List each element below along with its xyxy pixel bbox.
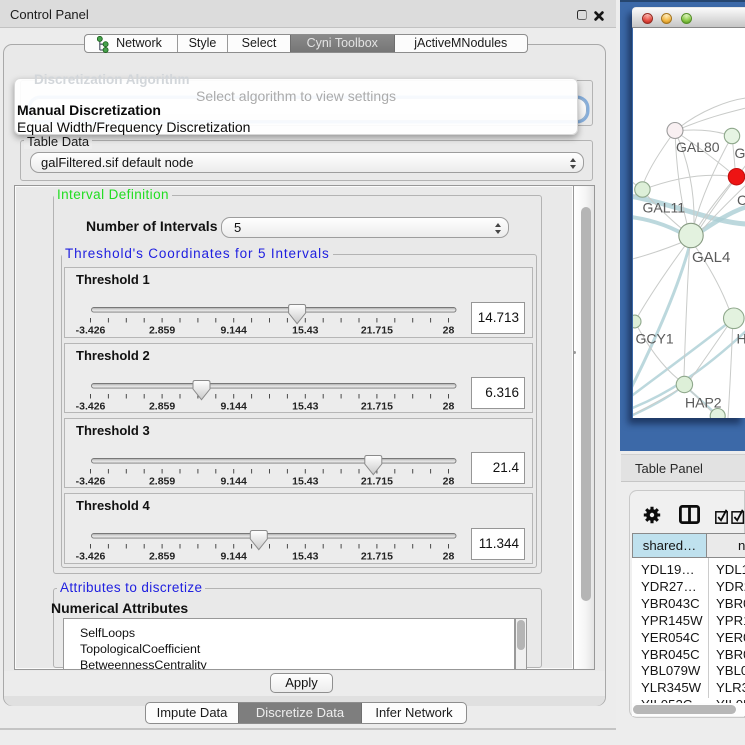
svg-text:HAP2: HAP2 bbox=[685, 395, 722, 411]
svg-text:-3.426: -3.426 bbox=[76, 475, 106, 487]
svg-text:-3.426: -3.426 bbox=[76, 551, 106, 563]
svg-text:9.144: 9.144 bbox=[221, 551, 247, 563]
svg-text:15.43: 15.43 bbox=[292, 400, 318, 412]
svg-text:GCY1: GCY1 bbox=[636, 331, 674, 347]
svg-text:GAL11: GAL11 bbox=[643, 200, 686, 216]
svg-text:9.144: 9.144 bbox=[221, 325, 247, 337]
svg-text:2.859: 2.859 bbox=[149, 400, 175, 412]
svg-text:28: 28 bbox=[443, 325, 455, 337]
svg-text:21.715: 21.715 bbox=[361, 400, 393, 412]
svg-text:21.715: 21.715 bbox=[361, 475, 393, 487]
svg-text:28: 28 bbox=[443, 475, 455, 487]
svg-text:9.144: 9.144 bbox=[221, 400, 247, 412]
svg-text:9.144: 9.144 bbox=[221, 475, 247, 487]
svg-text:-3.426: -3.426 bbox=[76, 400, 106, 412]
svg-text:2.859: 2.859 bbox=[149, 475, 175, 487]
svg-text:GAL4: GAL4 bbox=[692, 249, 730, 266]
svg-text:28: 28 bbox=[443, 551, 455, 563]
svg-text:GA: GA bbox=[735, 145, 745, 161]
svg-text:2.859: 2.859 bbox=[149, 551, 175, 563]
svg-text:H: H bbox=[737, 331, 745, 347]
svg-text:2.859: 2.859 bbox=[149, 325, 175, 337]
svg-text:GAL80: GAL80 bbox=[676, 139, 720, 155]
svg-text:21.715: 21.715 bbox=[361, 551, 393, 563]
svg-text:15.43: 15.43 bbox=[292, 551, 318, 563]
svg-text:15.43: 15.43 bbox=[292, 475, 318, 487]
svg-text:-3.426: -3.426 bbox=[76, 325, 106, 337]
svg-text:C: C bbox=[737, 192, 745, 208]
svg-text:28: 28 bbox=[443, 400, 455, 412]
svg-text:15.43: 15.43 bbox=[292, 325, 318, 337]
svg-text:21.715: 21.715 bbox=[361, 325, 393, 337]
